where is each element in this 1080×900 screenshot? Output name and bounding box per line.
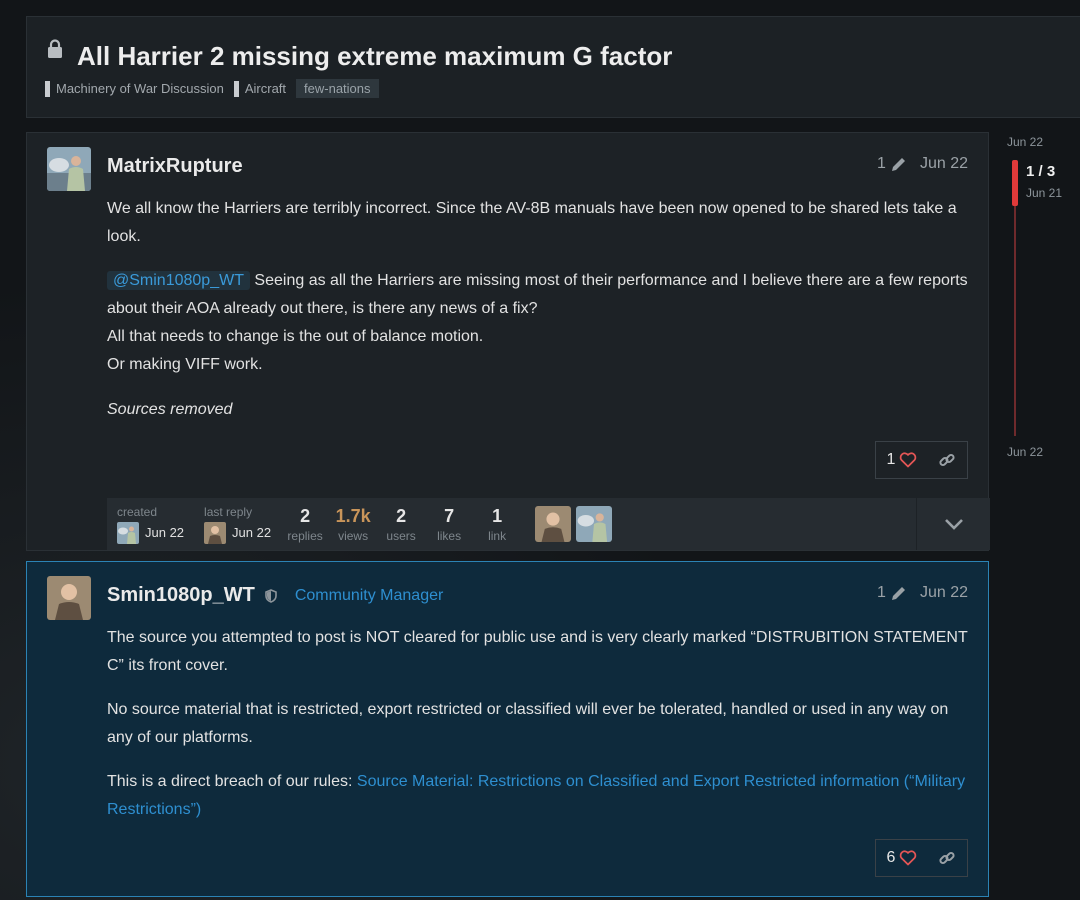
user-mention[interactable]: @Smin1080p_WT: [107, 271, 250, 290]
edit-count: 1: [877, 584, 886, 601]
created-info: created Jun 22: [117, 505, 184, 544]
shield-icon: [265, 588, 277, 603]
stat-number: 2: [300, 505, 311, 526]
last-reply-info: last reply Jun 22: [204, 505, 271, 544]
pencil-icon: [891, 587, 905, 600]
post-paragraph: This is a direct breach of our rules: So…: [107, 768, 972, 824]
stat-users: 2 users: [377, 506, 425, 543]
post-1: MatrixRupture 1 Jun 22 We all know the H…: [26, 132, 990, 551]
post-paragraph: Or making VIFF work.: [107, 356, 263, 373]
participant-avatar[interactable]: [535, 506, 572, 542]
category-color-bar: [233, 80, 239, 97]
timeline-handle[interactable]: [1012, 160, 1018, 206]
edit-history-button[interactable]: 1: [877, 155, 908, 173]
post-paragraph: We all know the Harriers are terribly in…: [107, 200, 957, 245]
post-date[interactable]: Jun 22: [920, 584, 968, 602]
created-date[interactable]: Jun 22: [145, 525, 184, 540]
post-2: Smin1080p_WT Community Manager 1 Jun 22 …: [26, 561, 989, 897]
post-author: Smin1080p_WT Community Manager: [107, 584, 443, 607]
participant-avatar[interactable]: [576, 506, 613, 542]
post-body: @Smin1080p_WT Seeing as all the Harriers…: [107, 267, 972, 379]
topic-title[interactable]: All Harrier 2 missing extreme maximum G …: [77, 41, 672, 72]
post-username[interactable]: MatrixRupture: [107, 155, 243, 178]
post-meta: 1 Jun 22: [877, 155, 968, 173]
post-username[interactable]: Smin1080p_WT: [107, 584, 255, 607]
avatar[interactable]: [47, 576, 91, 620]
timeline-position: 1 / 3: [1026, 163, 1056, 180]
like-count: 6: [886, 849, 896, 866]
post-body: The source you attempted to post is NOT …: [107, 624, 972, 680]
stat-label: views: [338, 528, 369, 543]
post-paragraph: No source material that is restricted, e…: [107, 701, 949, 746]
post-actions: 1: [875, 441, 968, 479]
stat-label: link: [488, 528, 507, 543]
timeline-position-date: Jun 21: [1026, 186, 1063, 200]
stat-likes: 7 likes: [425, 506, 473, 543]
stat-number: 2: [396, 505, 407, 526]
post-paragraph: Sources removed: [107, 401, 233, 418]
post-paragraph: @Smin1080p_WT Seeing as all the Harriers…: [107, 267, 972, 323]
participants: [535, 506, 613, 542]
edit-history-button[interactable]: 1: [877, 584, 908, 602]
stat-replies: 2 replies: [281, 506, 329, 543]
post-meta: 1 Jun 22: [877, 584, 968, 602]
stat-label: likes: [437, 528, 462, 543]
heart-icon: [900, 850, 917, 866]
category-label: Machinery of War Discussion: [56, 81, 224, 96]
avatar[interactable]: [117, 521, 139, 544]
post-paragraph: All that needs to change is the out of b…: [107, 328, 484, 345]
link-icon[interactable]: [938, 849, 956, 867]
category-color-bar: [45, 80, 50, 97]
post-body: No source material that is restricted, e…: [107, 696, 972, 752]
avatar-image: [47, 147, 91, 191]
stat-number: 1.7k: [335, 505, 371, 526]
tag-few-nations[interactable]: few-nations: [296, 79, 379, 98]
pencil-icon: [891, 158, 905, 171]
post-body: We all know the Harriers are terribly in…: [107, 195, 972, 251]
edit-count: 1: [877, 155, 886, 172]
timeline-start-date[interactable]: Jun 22: [1007, 135, 1043, 149]
category-label: Aircraft: [244, 81, 287, 96]
avatar[interactable]: [204, 521, 227, 544]
timeline-end-date[interactable]: Jun 22: [1007, 445, 1043, 459]
category-link[interactable]: Machinery of War Discussion: [45, 80, 224, 97]
avatar-image: [47, 576, 91, 620]
chevron-down-icon: [944, 519, 963, 530]
expand-topic-map-button[interactable]: [916, 498, 990, 550]
heart-icon: [900, 452, 917, 468]
stat-views: 1.7k views: [329, 506, 377, 543]
topic-categories: Machinery of War Discussion Aircraft few…: [45, 79, 379, 98]
post-paragraph: The source you attempted to post is NOT …: [107, 629, 968, 674]
avatar[interactable]: [47, 147, 91, 191]
link-icon[interactable]: [938, 451, 956, 469]
user-title-badge[interactable]: Community Manager: [295, 587, 444, 605]
stat-number: 7: [444, 505, 455, 526]
post-body: Sources removed: [107, 396, 972, 424]
post-actions: 6: [875, 839, 968, 877]
like-count: 1: [886, 451, 896, 468]
post-text: This is a direct breach of our rules:: [107, 773, 357, 790]
stat-label: replies: [287, 528, 323, 543]
topic-map: created Jun 22 last reply Jun 22 2 repli…: [107, 498, 990, 550]
stat-links: 1 link: [473, 506, 521, 543]
topic-timeline: Jun 22 1 / 3 Jun 21 Jun 22: [1005, 132, 1080, 472]
lock-icon: [48, 39, 62, 58]
subcategory-link[interactable]: Aircraft: [233, 80, 287, 97]
created-label: created: [117, 504, 158, 519]
like-button[interactable]: 6: [887, 849, 918, 867]
stat-label: users: [386, 528, 416, 543]
post-body: This is a direct breach of our rules: So…: [107, 768, 972, 824]
post-date[interactable]: Jun 22: [920, 155, 968, 173]
stat-number: 1: [492, 505, 503, 526]
last-reply-label: last reply: [204, 504, 253, 519]
topic-header: All Harrier 2 missing extreme maximum G …: [26, 16, 1080, 118]
last-reply-date[interactable]: Jun 22: [232, 525, 271, 540]
like-button[interactable]: 1: [887, 451, 918, 469]
